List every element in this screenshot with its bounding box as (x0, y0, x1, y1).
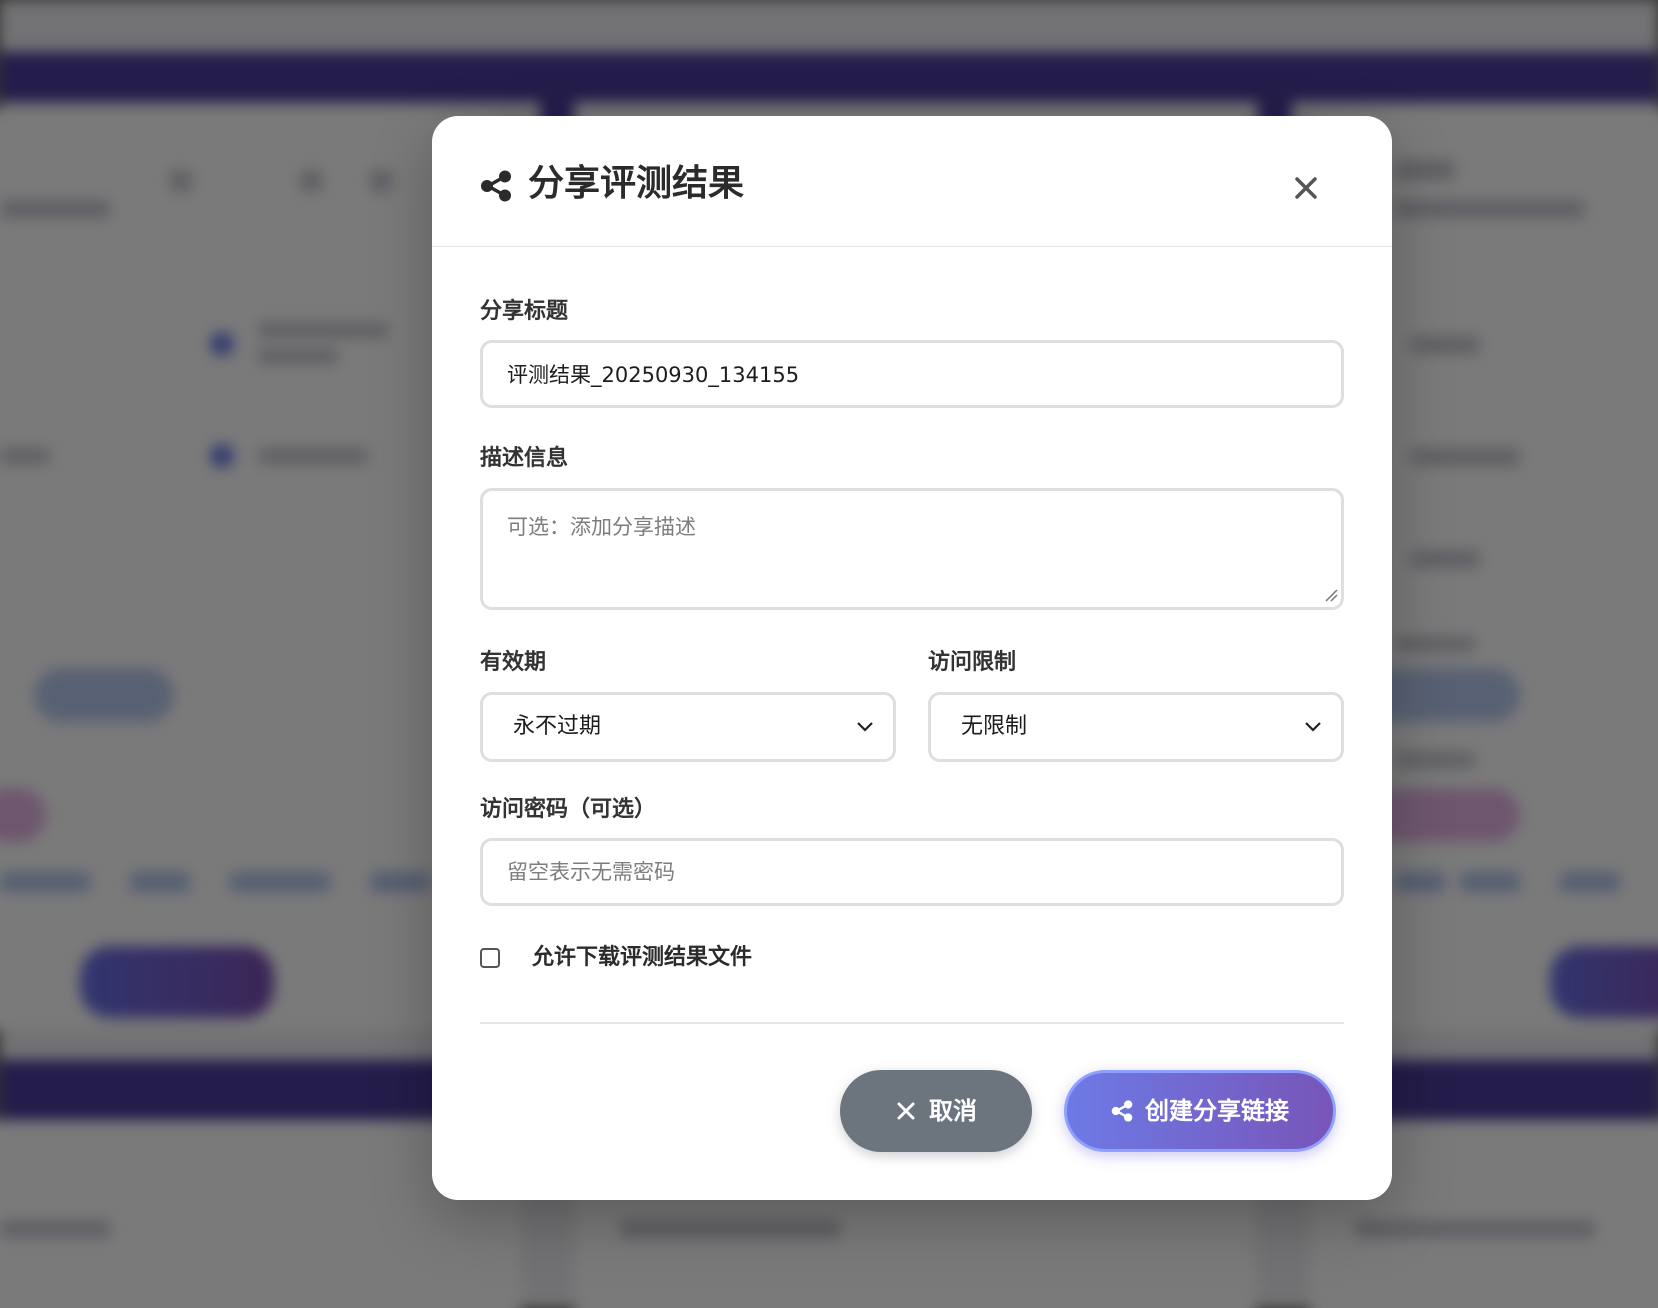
password-label: 访问密码（可选） (480, 797, 657, 822)
dialog-header: 分享评测结果 (432, 116, 1392, 247)
chevron-down-icon (857, 722, 873, 732)
cancel-button-label: 取消 (929, 1097, 977, 1125)
access-limit-select[interactable]: 无限制 (928, 692, 1344, 762)
allow-download-label[interactable]: 允许下载评测结果文件 (532, 944, 752, 972)
description-textarea[interactable] (480, 488, 1344, 610)
create-share-link-label: 创建分享链接 (1145, 1097, 1289, 1125)
close-icon (897, 1102, 915, 1120)
close-icon[interactable] (1288, 170, 1324, 206)
description-label: 描述信息 (480, 446, 569, 471)
dialog-title: 分享评测结果 (528, 163, 745, 204)
expiry-select[interactable]: 永不过期 (480, 692, 896, 762)
share-dialog: 分享评测结果 分享标题 描述信息 有效期 永不过期 访问限制 无限制 访问密码（… (432, 116, 1392, 1200)
expiry-label: 有效期 (480, 650, 547, 675)
share-icon (1111, 1100, 1133, 1122)
share-title-label: 分享标题 (480, 299, 569, 324)
chevron-down-icon (1305, 722, 1321, 732)
expiry-selected-value: 永不过期 (513, 714, 602, 739)
create-share-link-button[interactable]: 创建分享链接 (1064, 1070, 1336, 1152)
cancel-button[interactable]: 取消 (840, 1070, 1032, 1152)
share-icon (481, 170, 511, 202)
share-title-input[interactable] (480, 340, 1344, 408)
access-limit-label: 访问限制 (928, 650, 1017, 675)
footer-divider (480, 1022, 1344, 1024)
resize-grip-icon[interactable] (1324, 588, 1338, 602)
access-limit-selected-value: 无限制 (961, 714, 1028, 739)
password-input[interactable] (480, 838, 1344, 906)
allow-download-checkbox[interactable] (480, 948, 500, 968)
